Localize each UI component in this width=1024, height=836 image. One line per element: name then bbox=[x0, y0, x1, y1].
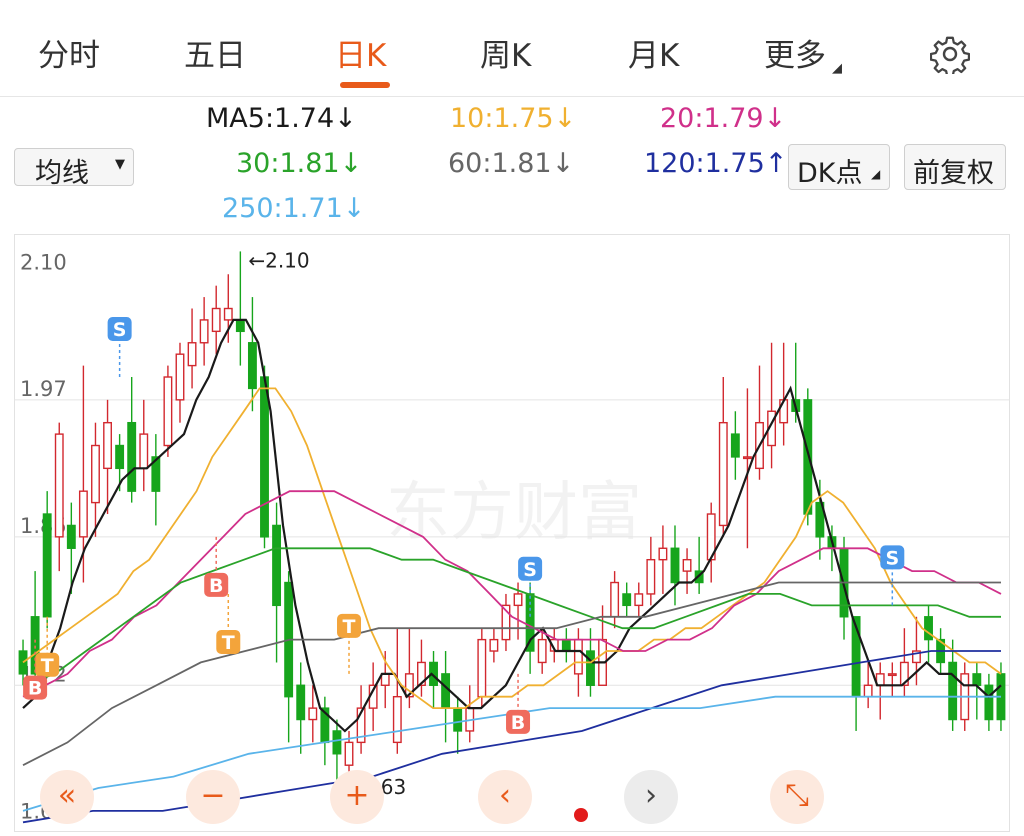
kline-chart[interactable]: 东方财富 2.101.971.851.721.60 STBBTTSBS ←2.1… bbox=[14, 234, 1010, 832]
forward-adjust-button[interactable]: 前复权 bbox=[904, 144, 1006, 190]
tab-intraday[interactable]: 分时 bbox=[38, 30, 100, 75]
period-tab-bar: 分时 五日 日K 周K 月K 更多 ◢ bbox=[0, 0, 1024, 97]
settings-gear-icon[interactable] bbox=[930, 34, 970, 74]
candle-body bbox=[887, 673, 897, 677]
candle-body bbox=[163, 376, 173, 447]
candle-body bbox=[948, 661, 958, 721]
candle-body bbox=[127, 421, 137, 492]
marker-label: S bbox=[523, 559, 537, 581]
ma30-value: 30:1.81↓ bbox=[236, 148, 363, 179]
candle-body bbox=[730, 433, 740, 458]
marker-label: T bbox=[41, 655, 54, 677]
ma120-value: 120:1.75↑ bbox=[644, 148, 788, 179]
candle-body bbox=[308, 707, 318, 721]
forward-adjust-label: 前复权 bbox=[913, 158, 994, 189]
candle-body bbox=[211, 307, 221, 333]
candle-body bbox=[392, 695, 402, 744]
ma-selector-dropdown[interactable]: 均线 ▼ bbox=[14, 148, 134, 189]
dropdown-triangle-icon: ◢ bbox=[832, 61, 842, 76]
candle-body bbox=[199, 319, 209, 344]
candle-body bbox=[658, 547, 668, 561]
dropdown-arrow-icon: ▼ bbox=[115, 157, 125, 172]
tab-more-label: 更多 bbox=[764, 38, 826, 74]
marker-label: B bbox=[511, 712, 525, 734]
candle-body bbox=[272, 524, 282, 607]
candle-body bbox=[260, 376, 269, 538]
candle-body bbox=[103, 421, 112, 470]
candle-body bbox=[586, 650, 595, 686]
ma20-value: 20:1.79↓ bbox=[660, 103, 787, 134]
candle-body bbox=[344, 741, 354, 766]
candle-body bbox=[610, 581, 620, 618]
candle-body bbox=[139, 433, 149, 470]
candle-body bbox=[453, 707, 463, 732]
ma250-value: 250:1.71↓ bbox=[222, 193, 366, 224]
marker-label: S bbox=[885, 547, 899, 569]
ma5-value: MA5:1.74↓ bbox=[206, 103, 357, 134]
step-left-button[interactable]: ‹ bbox=[478, 770, 532, 824]
tab-monthly-k[interactable]: 月K bbox=[628, 30, 679, 75]
marker-label: B bbox=[28, 678, 42, 700]
candle-body bbox=[742, 456, 752, 460]
dk-dropdown-triangle-icon: ◢ bbox=[871, 167, 881, 181]
candle-body bbox=[187, 342, 197, 367]
candle-body bbox=[380, 673, 390, 686]
candle-body bbox=[863, 684, 873, 698]
ma-selector-label: 均线 bbox=[35, 158, 89, 189]
step-right-button[interactable]: › bbox=[624, 770, 678, 824]
dk-point-label: DK点 bbox=[797, 158, 863, 189]
candle-body bbox=[924, 616, 933, 641]
candle-body bbox=[175, 353, 185, 401]
candle-body bbox=[634, 593, 644, 607]
candle-body bbox=[718, 421, 728, 527]
candle-body bbox=[223, 307, 233, 321]
candle-body bbox=[441, 673, 451, 709]
ma60-value: 60:1.81↓ bbox=[448, 148, 575, 179]
tab-five-day[interactable]: 五日 bbox=[184, 30, 246, 75]
current-page-dot bbox=[574, 808, 588, 822]
candle-body bbox=[66, 524, 76, 549]
candle-body bbox=[115, 444, 125, 470]
scroll-left-fast-button[interactable]: « bbox=[40, 770, 94, 824]
y-tick-label: 1.97 bbox=[20, 377, 67, 401]
candle-body bbox=[646, 558, 656, 595]
candle-body bbox=[247, 342, 257, 390]
candle-body bbox=[477, 638, 487, 698]
candle-body bbox=[622, 593, 632, 607]
marker-label: T bbox=[343, 616, 356, 638]
candle-body bbox=[54, 433, 64, 538]
fullscreen-button[interactable]: ⤡ bbox=[770, 770, 824, 824]
marker-label: T bbox=[222, 632, 235, 654]
marker-label: B bbox=[209, 575, 223, 597]
max-price-label: ←2.10 bbox=[248, 248, 309, 272]
active-tab-indicator bbox=[340, 82, 390, 88]
candle-body bbox=[513, 593, 523, 607]
tab-daily-k[interactable]: 日K bbox=[335, 30, 386, 75]
zoom-out-button[interactable]: − bbox=[186, 770, 240, 824]
candle-body bbox=[78, 490, 88, 538]
marker-label: S bbox=[113, 319, 127, 341]
candle-body bbox=[489, 638, 499, 652]
candle-body bbox=[984, 684, 994, 721]
candle-body bbox=[573, 638, 583, 675]
candle-body bbox=[670, 547, 680, 584]
candle-body bbox=[972, 673, 982, 686]
candle-body bbox=[803, 399, 813, 515]
ma10-value: 10:1.75↓ bbox=[450, 103, 577, 134]
candle-body bbox=[561, 638, 571, 652]
candle-body bbox=[235, 319, 245, 333]
candle-body bbox=[332, 730, 342, 755]
tab-more[interactable]: 更多 ◢ bbox=[764, 30, 842, 76]
candle-body bbox=[682, 558, 692, 572]
tab-weekly-k[interactable]: 周K bbox=[480, 30, 531, 75]
y-tick-label: 2.10 bbox=[20, 250, 67, 274]
zoom-in-button[interactable]: + bbox=[330, 770, 384, 824]
candle-body bbox=[42, 513, 52, 618]
candle-body bbox=[296, 684, 306, 721]
candle-body bbox=[537, 638, 547, 664]
dk-point-button[interactable]: DK点 ◢ bbox=[788, 144, 890, 190]
candle-body bbox=[91, 444, 100, 504]
